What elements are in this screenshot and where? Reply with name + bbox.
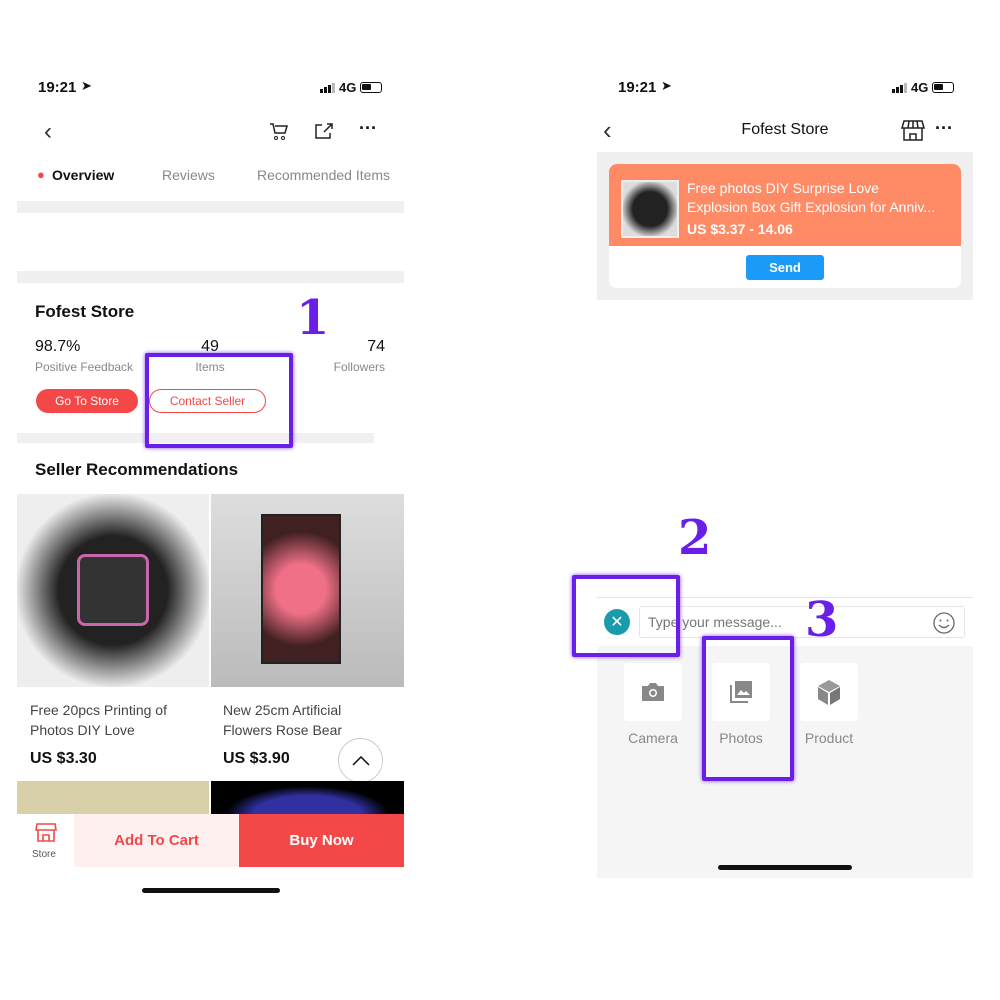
home-indicator xyxy=(718,865,852,870)
go-to-store-button[interactable]: Go To Store xyxy=(36,389,138,413)
battery-icon xyxy=(932,82,955,93)
card-price: US $3.37 - 14.06 xyxy=(687,221,793,237)
product-image[interactable] xyxy=(17,781,209,815)
back-icon[interactable]: ‹ xyxy=(44,118,52,146)
product-price: US $3.90 xyxy=(223,750,290,767)
message-field[interactable] xyxy=(648,612,918,632)
product-label: Product xyxy=(804,730,854,746)
annotation-box-1 xyxy=(145,353,293,448)
tab-reviews[interactable]: Reviews xyxy=(162,167,215,183)
camera-label: Camera xyxy=(628,730,678,746)
product-thumbnail xyxy=(621,180,679,238)
signal-icon xyxy=(892,82,907,93)
status-indicators: 4G xyxy=(892,80,955,95)
divider xyxy=(17,201,404,213)
store-name: Fofest Store xyxy=(35,302,135,321)
add-to-cart-button[interactable]: Add To Cart xyxy=(74,814,239,867)
annotation-number-1: 1 xyxy=(296,290,330,346)
followers-label: Followers xyxy=(333,360,385,374)
followers-value: 74 xyxy=(367,338,385,355)
location-arrow-icon: ➤ xyxy=(661,78,672,93)
more-icon[interactable]: ··· xyxy=(935,118,953,139)
product-title[interactable]: Photos DIY Love xyxy=(30,720,135,740)
divider xyxy=(17,271,404,283)
chevron-up-icon xyxy=(351,755,370,766)
store-tab[interactable]: Store xyxy=(17,814,74,867)
annotation-number-3: 3 xyxy=(805,592,839,648)
annotation-box-3 xyxy=(702,636,794,781)
card-title: Explosion Box Gift Explosion for Anniv..… xyxy=(687,199,935,215)
status-time: 19:21 xyxy=(38,79,77,96)
camera-icon xyxy=(642,683,664,701)
share-icon[interactable] xyxy=(314,122,334,140)
signal-icon xyxy=(320,82,335,93)
product-title[interactable]: Flowers Rose Bear xyxy=(223,720,342,740)
annotation-number-2: 2 xyxy=(678,510,712,566)
camera-option[interactable]: Camera xyxy=(624,663,693,746)
product-price: US $3.30 xyxy=(30,750,97,767)
battery-icon xyxy=(360,82,383,93)
buy-now-button[interactable]: Buy Now xyxy=(239,814,404,867)
store-icon xyxy=(35,823,57,842)
product-option[interactable]: Product xyxy=(800,663,869,746)
store-tab-label: Store xyxy=(32,849,56,860)
network-label: 4G xyxy=(911,80,929,95)
store-icon[interactable] xyxy=(901,119,925,141)
product-title[interactable]: New 25cm Artificial xyxy=(223,700,341,720)
card-title: Free photos DIY Surprise Love xyxy=(687,180,879,196)
scroll-top-button[interactable] xyxy=(338,738,383,783)
product-card: Free photos DIY Surprise Love Explosion … xyxy=(609,164,961,288)
cart-icon[interactable] xyxy=(268,121,288,141)
product-title[interactable]: Free 20pcs Printing of xyxy=(30,700,167,720)
location-pin-icon: ● xyxy=(37,167,45,182)
annotation-box-2 xyxy=(572,575,680,657)
tab-overview[interactable]: Overview xyxy=(52,167,114,183)
message-input[interactable] xyxy=(639,606,965,638)
status-time: 19:21 xyxy=(618,79,657,96)
product-image[interactable] xyxy=(17,494,209,687)
network-label: 4G xyxy=(339,80,357,95)
status-indicators: 4G xyxy=(320,80,383,95)
tab-recommended-items[interactable]: Recommended Items xyxy=(257,167,390,183)
product-image[interactable] xyxy=(211,781,404,815)
send-button[interactable]: Send xyxy=(746,255,824,280)
more-icon[interactable]: ··· xyxy=(359,118,377,139)
feedback-value: 98.7% xyxy=(35,338,81,355)
product-image[interactable] xyxy=(211,494,404,687)
location-arrow-icon: ➤ xyxy=(81,78,92,93)
home-indicator xyxy=(142,888,280,893)
cube-icon xyxy=(818,680,840,705)
emoji-icon[interactable] xyxy=(932,611,956,635)
feedback-label: Positive Feedback xyxy=(35,360,134,374)
recommendations-title: Seller Recommendations xyxy=(35,460,239,479)
